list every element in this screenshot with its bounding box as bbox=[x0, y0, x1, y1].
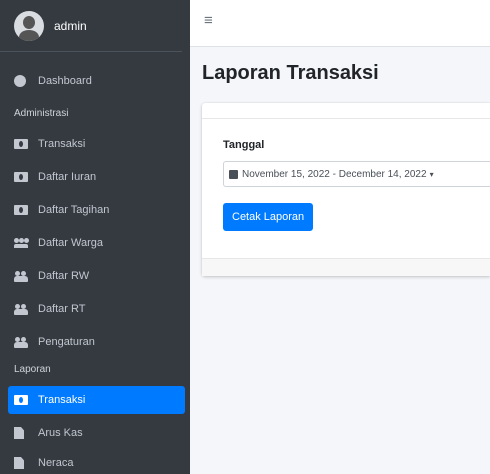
date-range-picker[interactable]: November 15, 2022 - December 14, 2022 ▾ bbox=[223, 161, 490, 187]
print-report-button[interactable]: Cetak Laporan bbox=[223, 203, 314, 231]
sidebar: admin Dashboard Administrasi Transaksi D… bbox=[0, 0, 190, 474]
calendar-icon bbox=[229, 169, 238, 179]
card-header bbox=[202, 103, 490, 119]
sidebar-item-transaksi[interactable]: Transaksi bbox=[0, 130, 185, 158]
file-icon bbox=[14, 457, 24, 469]
user-name: admin bbox=[54, 18, 87, 33]
sidebar-item-laporan-transaksi[interactable]: Transaksi bbox=[8, 386, 185, 414]
sidebar-item-label: Pengaturan bbox=[38, 336, 95, 348]
date-range-value: November 15, 2022 - December 14, 2022 bbox=[242, 168, 427, 180]
sidebar-header-laporan: Laporan bbox=[14, 364, 51, 375]
people-icon bbox=[14, 337, 28, 348]
sidebar-item-dashboard[interactable]: Dashboard bbox=[0, 67, 185, 95]
user-panel[interactable]: admin bbox=[0, 0, 182, 52]
report-card: Tanggal November 15, 2022 - December 14,… bbox=[202, 103, 490, 276]
sidebar-item-daftar-iuran[interactable]: Daftar Iuran bbox=[0, 163, 185, 191]
caret-down-icon: ▾ bbox=[429, 169, 434, 179]
sidebar-item-label: Dashboard bbox=[38, 75, 92, 87]
page-title: Laporan Transaksi bbox=[202, 62, 379, 84]
money-icon bbox=[14, 172, 28, 182]
date-label: Tanggal bbox=[223, 139, 265, 151]
sidebar-item-neraca[interactable]: Neraca bbox=[0, 449, 185, 474]
people-icon bbox=[14, 271, 28, 282]
money-icon bbox=[14, 205, 28, 215]
sidebar-item-label: Daftar Iuran bbox=[38, 171, 97, 183]
card-footer bbox=[202, 258, 490, 276]
user-avatar bbox=[14, 10, 44, 41]
sidebar-item-pengaturan[interactable]: Pengaturan bbox=[0, 328, 185, 356]
sidebar-item-label: Transaksi bbox=[38, 138, 86, 150]
sidebar-item-daftar-warga[interactable]: Daftar Warga bbox=[0, 229, 185, 257]
people-icon bbox=[14, 304, 28, 315]
sidebar-item-label: Neraca bbox=[38, 457, 74, 469]
dashboard-icon bbox=[14, 75, 26, 87]
file-icon bbox=[14, 427, 24, 439]
sidebar-item-label: Daftar Tagihan bbox=[38, 204, 110, 216]
sidebar-item-arus-kas[interactable]: Arus Kas bbox=[0, 419, 185, 447]
sidebar-header-administrasi: Administrasi bbox=[14, 108, 69, 119]
sidebar-item-label: Daftar Warga bbox=[38, 237, 104, 249]
sidebar-item-label: Transaksi bbox=[38, 394, 86, 406]
sidebar-item-daftar-tagihan[interactable]: Daftar Tagihan bbox=[0, 196, 185, 224]
hamburger-icon[interactable]: ≡ bbox=[204, 12, 213, 29]
sidebar-item-label: Daftar RW bbox=[38, 270, 90, 282]
users-icon bbox=[14, 238, 28, 248]
sidebar-item-label: Arus Kas bbox=[38, 427, 83, 439]
money-icon bbox=[14, 395, 28, 405]
money-icon bbox=[14, 139, 28, 149]
sidebar-item-daftar-rt[interactable]: Daftar RT bbox=[0, 295, 185, 323]
sidebar-item-label: Daftar RT bbox=[38, 303, 86, 315]
top-navbar: ≡ bbox=[190, 0, 490, 47]
sidebar-item-daftar-rw[interactable]: Daftar RW bbox=[0, 262, 185, 290]
